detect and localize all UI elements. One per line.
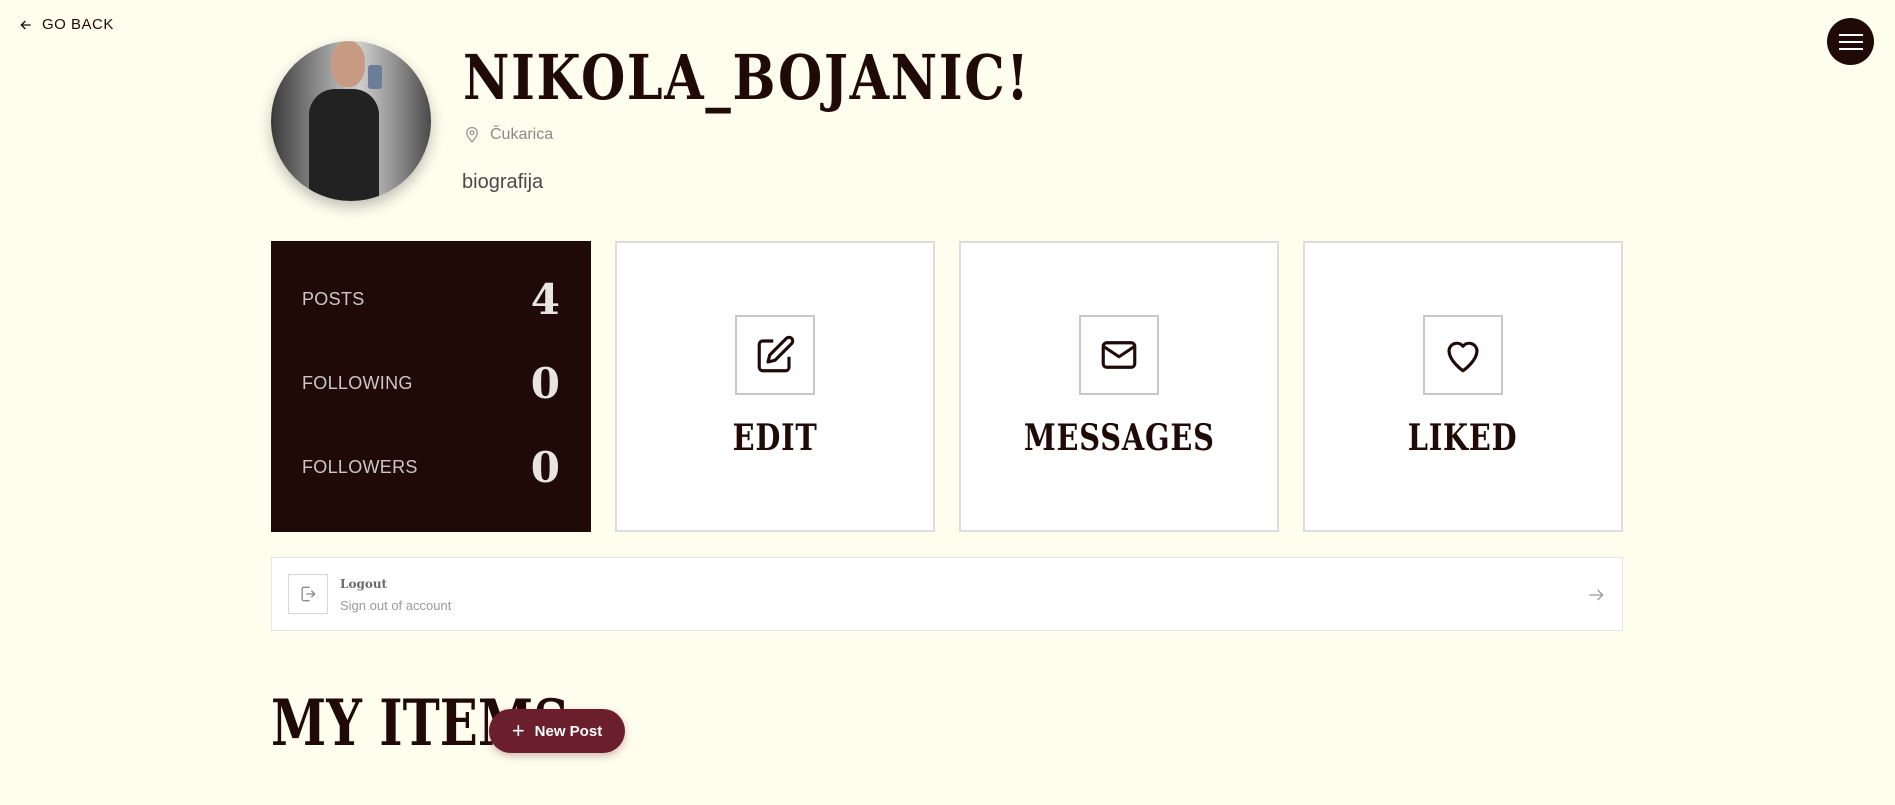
liked-card-label: LIKED (1408, 417, 1518, 459)
go-back-label: GO BACK (42, 16, 114, 33)
stat-followers[interactable]: FOLLOWERS 0 (302, 437, 560, 497)
pencil-square-icon (757, 335, 795, 373)
profile-location: Čukarica (463, 126, 553, 144)
messages-card-label: MESSAGES (1023, 417, 1215, 459)
edit-card[interactable]: EDIT (615, 241, 935, 532)
profile-bio: biografija (462, 171, 544, 193)
new-post-label: New Post (534, 722, 603, 740)
heart-icon (1447, 341, 1479, 373)
avatar (271, 41, 431, 201)
stat-value: 4 (530, 274, 560, 324)
arrow-left-icon (20, 20, 31, 29)
go-back-link[interactable]: GO BACK (18, 16, 114, 33)
liked-card[interactable]: LIKED (1303, 241, 1623, 532)
map-pin-icon (466, 126, 478, 143)
stat-value: 0 (530, 358, 560, 408)
location-label: Čukarica (490, 126, 554, 143)
logout-door-icon (301, 586, 316, 602)
profile-username: NIKOLA_BOJANIC! (463, 41, 1031, 114)
arrow-right-icon (1589, 589, 1604, 601)
envelope-icon (1101, 341, 1137, 369)
stat-label: FOLLOWERS (302, 456, 418, 477)
stat-label: FOLLOWING (302, 372, 413, 393)
stat-value: 0 (530, 442, 560, 492)
logout-subtitle: Sign out of account (340, 598, 452, 613)
stats-panel: POSTS 4 FOLLOWING 0 FOLLOWERS 0 (271, 241, 591, 532)
menu-button[interactable] (1827, 18, 1874, 65)
new-post-button[interactable]: + New Post (489, 709, 625, 753)
logout-row[interactable]: Logout Sign out of account (271, 557, 1623, 631)
messages-card[interactable]: MESSAGES (959, 241, 1279, 532)
stat-label: POSTS (302, 288, 365, 309)
hamburger-menu-icon (1838, 31, 1863, 52)
logout-title: Logout (340, 577, 388, 591)
stat-posts[interactable]: POSTS 4 (302, 269, 560, 329)
edit-card-label: EDIT (732, 417, 818, 459)
plus-icon: + (511, 718, 525, 743)
stat-following[interactable]: FOLLOWING 0 (302, 353, 560, 413)
